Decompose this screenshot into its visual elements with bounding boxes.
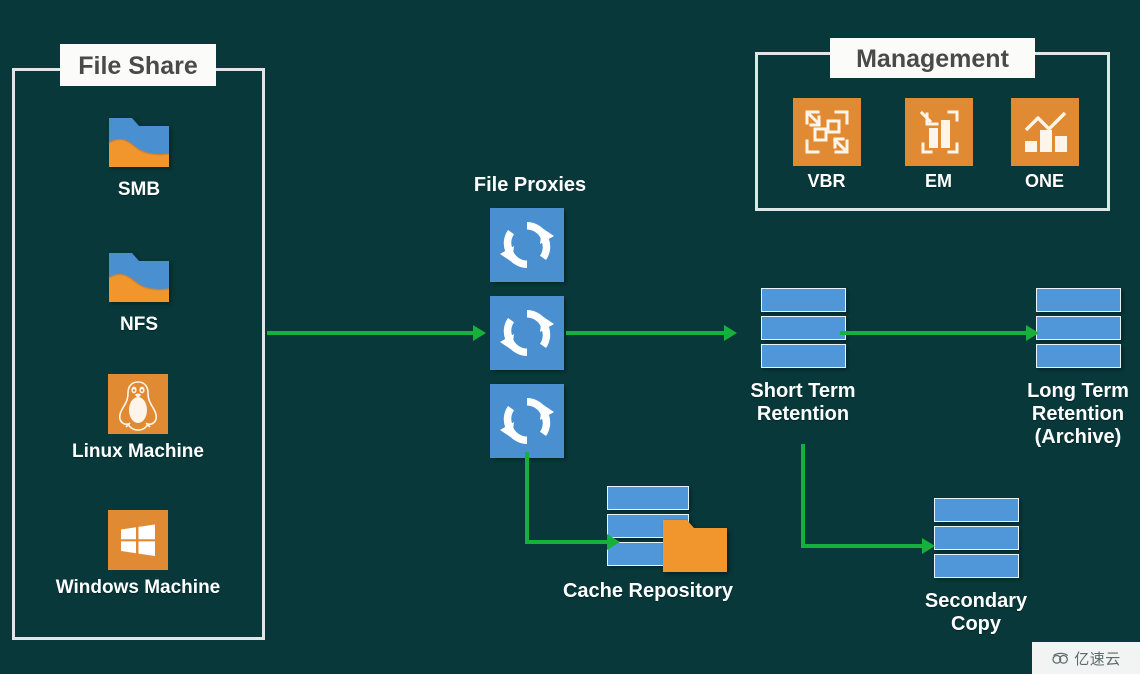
orange-folder-icon <box>663 520 727 572</box>
diagram-canvas: File Share SMB NFS Linux Machine Windows… <box>0 0 1140 674</box>
node-short-term-retention: Short Term Retention <box>703 288 903 426</box>
node-linux-machine-label: Linux Machine <box>72 441 204 462</box>
node-cache-repository: Cache Repository <box>548 486 748 603</box>
storage-bar <box>933 498 1019 522</box>
node-smb: SMB <box>68 110 210 201</box>
watermark-text: 亿速云 <box>1074 649 1121 668</box>
storage-bar <box>1035 316 1121 340</box>
file-proxy-1 <box>490 208 564 282</box>
storage-stack-folder-icon <box>607 486 727 572</box>
monitoring-chart-icon-svg <box>1024 111 1067 152</box>
connector-proxy-to-cache-vertical <box>525 452 529 544</box>
node-long-term-retention-label: Long Term Retention (Archive) <box>1027 380 1129 448</box>
linux-penguin-icon <box>108 374 168 434</box>
file-share-group-title: File Share <box>60 44 216 86</box>
node-em-label: EM <box>925 171 952 191</box>
backup-replication-icon-svg <box>805 110 848 154</box>
connector-short-term-to-secondary-arrowhead <box>922 538 935 554</box>
folder-share-icon-svg <box>108 118 170 167</box>
backup-replication-icon <box>792 98 861 166</box>
node-windows-machine: Windows Machine <box>28 510 248 599</box>
management-group-title: Management <box>830 38 1035 78</box>
enterprise-manager-icon <box>904 98 973 166</box>
storage-bar <box>760 288 846 312</box>
storage-bar <box>1035 288 1121 312</box>
node-cache-repository-label: Cache Repository <box>562 580 734 602</box>
storage-bar <box>933 554 1019 578</box>
file-proxy-2 <box>490 296 564 370</box>
connector-proxy-to-cache-arrowhead <box>607 534 620 550</box>
folder-share-icon <box>106 110 172 172</box>
connector-proxy-to-short-term <box>566 331 726 335</box>
sync-arrows-icon <box>500 398 554 444</box>
enterprise-manager-icon-svg <box>919 110 958 154</box>
node-windows-machine-label: Windows Machine <box>55 577 221 598</box>
monitoring-chart-icon <box>1010 98 1079 166</box>
sync-arrows-icon <box>500 222 554 268</box>
node-secondary-copy-label: Secondary Copy <box>924 590 1028 635</box>
connector-fileshare-to-proxy-arrowhead <box>473 325 486 341</box>
connector-short-term-to-secondary-horizontal <box>801 544 924 548</box>
node-one: ONE <box>988 98 1101 192</box>
node-vbr-label: VBR <box>807 171 846 191</box>
windows-logo-icon-svg <box>121 524 155 556</box>
connector-short-term-to-long-term-arrowhead <box>1026 325 1039 341</box>
node-one-label: ONE <box>1024 171 1064 191</box>
node-smb-label: SMB <box>117 179 161 200</box>
connector-short-term-to-secondary-vertical <box>801 444 805 548</box>
windows-logo-icon <box>108 510 168 570</box>
node-secondary-copy: Secondary Copy <box>876 498 1076 636</box>
file-proxies-title: File Proxies <box>473 174 587 196</box>
node-long-term-retention: Long Term Retention (Archive) <box>978 288 1140 448</box>
storage-bar <box>760 344 846 368</box>
folder-share-icon-svg <box>108 253 170 302</box>
cloud-logo-icon <box>1052 652 1069 664</box>
linux-penguin-icon-svg <box>118 381 158 431</box>
connector-short-term-to-long-term <box>840 331 1028 335</box>
storage-bar <box>607 486 689 510</box>
storage-bar <box>933 526 1019 550</box>
connector-proxy-to-cache-horizontal <box>525 540 609 544</box>
storage-bar <box>760 316 846 340</box>
storage-bar <box>1035 344 1121 368</box>
folder-share-icon <box>106 245 172 307</box>
node-short-term-retention-label: Short Term Retention <box>750 380 856 425</box>
storage-stack-icon <box>1035 288 1121 368</box>
file-proxy-3 <box>490 384 564 458</box>
node-nfs-label: NFS <box>120 314 158 335</box>
storage-stack-icon <box>760 288 846 368</box>
node-linux-machine: Linux Machine <box>38 374 238 463</box>
watermark: 亿速云 <box>1032 642 1140 674</box>
node-nfs: NFS <box>68 245 210 336</box>
connector-fileshare-to-proxy <box>267 331 475 335</box>
node-em: EM <box>882 98 995 192</box>
connector-proxy-to-short-term-arrowhead <box>724 325 737 341</box>
storage-stack-icon <box>933 498 1019 578</box>
sync-arrows-icon <box>500 310 554 356</box>
node-vbr: VBR <box>770 98 883 192</box>
